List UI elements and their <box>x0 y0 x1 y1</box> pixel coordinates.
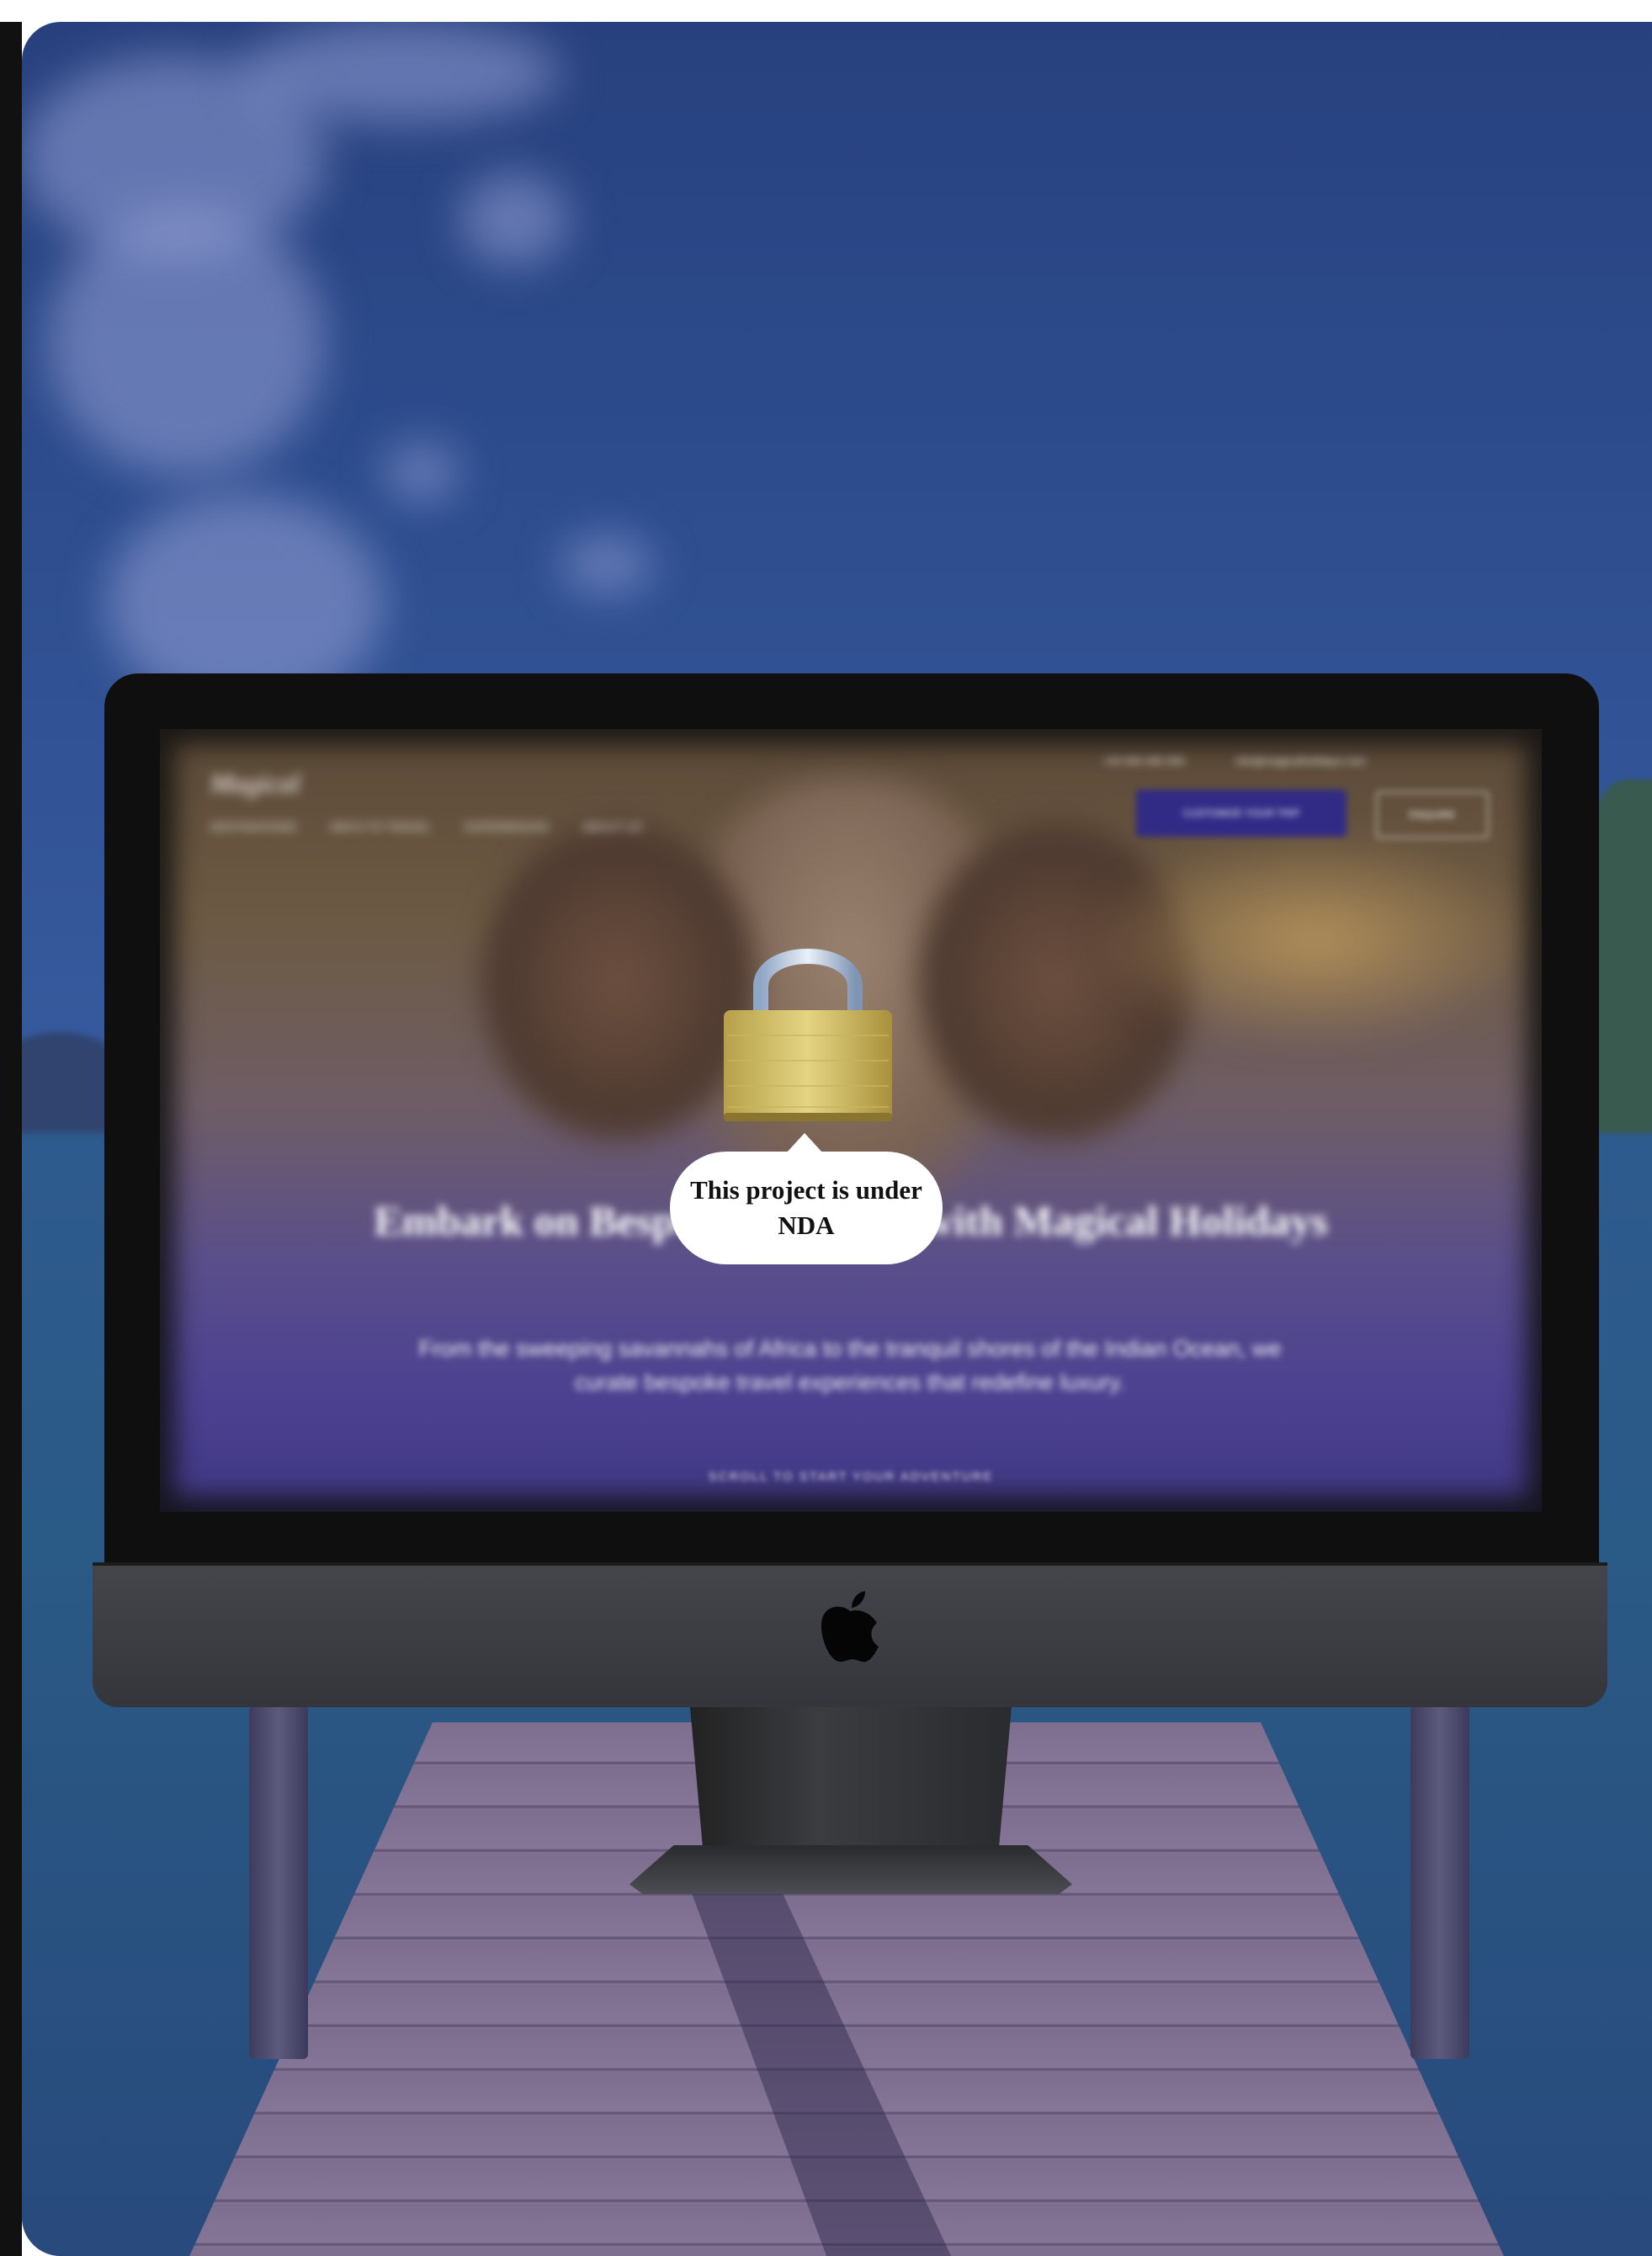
cloud <box>459 173 569 266</box>
cloud <box>560 535 653 594</box>
cloud <box>241 22 560 123</box>
imac-stand-neck <box>690 1707 1012 1850</box>
padlock-icon <box>724 926 892 1128</box>
dock-post <box>1410 1705 1469 2059</box>
apple-logo-icon <box>821 1591 879 1663</box>
imac-stand-foot <box>629 1845 1072 1894</box>
imac-chin <box>93 1566 1607 1707</box>
cloud <box>47 207 325 476</box>
nda-notice-bubble: This project is under NDA <box>670 1133 943 1264</box>
nda-notice-text: This project is under NDA <box>690 1175 922 1240</box>
cloud <box>384 443 459 502</box>
page-edge <box>0 22 22 2256</box>
dock-post <box>249 1705 308 2059</box>
